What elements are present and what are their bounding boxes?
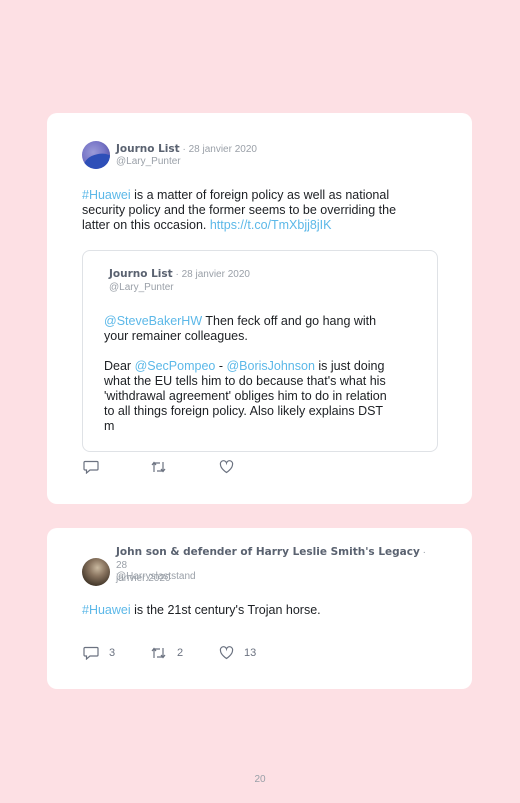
reply-button[interactable]: 3 xyxy=(83,646,115,660)
quoted-text-segment: is just doing xyxy=(314,359,385,373)
tweet-text: #Huawei is a matter of foreign policy as… xyxy=(82,188,396,233)
quoted-author-name[interactable]: Journo List xyxy=(109,268,173,280)
quoted-text-segment: Dear xyxy=(104,359,135,373)
mention-link[interactable]: @SecPompeo xyxy=(135,359,216,373)
tweet-text-segment: is a matter of foreign policy as well as… xyxy=(130,188,390,202)
mention-link[interactable]: @SteveBakerHW xyxy=(104,314,202,328)
tweet-text: #Huawei is the 21st century's Trojan hor… xyxy=(82,603,321,618)
tweet-card[interactable]: Journo List · 28 janvier 2020 @Lary_Punt… xyxy=(47,113,472,504)
reply-icon xyxy=(83,646,99,660)
retweet-icon xyxy=(150,460,167,474)
like-button[interactable] xyxy=(219,460,234,474)
author-handle[interactable]: @Harryslaststand xyxy=(116,571,196,582)
quoted-tweet[interactable]: Journo List · 28 janvier 2020 @Lary_Punt… xyxy=(82,250,438,452)
mention-link[interactable]: @BorisJohnson xyxy=(226,359,314,373)
retweet-count: 2 xyxy=(177,647,184,659)
hashtag-link[interactable]: #Huawei xyxy=(82,603,131,617)
quoted-handle[interactable]: @Lary_Punter xyxy=(109,282,174,293)
hashtag-link[interactable]: #Huawei xyxy=(82,188,131,202)
like-count: 13 xyxy=(244,647,257,659)
heart-icon xyxy=(219,460,234,474)
quoted-text-segment: m xyxy=(104,419,115,433)
tweet-text-segment: latter on this occasion. xyxy=(82,218,210,232)
quoted-author-line: Journo List · 28 janvier 2020 xyxy=(109,268,250,281)
heart-icon xyxy=(219,646,234,660)
retweet-button[interactable]: 2 xyxy=(150,646,183,660)
avatar[interactable] xyxy=(82,558,110,586)
tweet-card[interactable]: John son & defender of Harry Leslie Smit… xyxy=(47,528,472,689)
reply-button[interactable] xyxy=(83,460,99,474)
retweet-button[interactable] xyxy=(150,460,167,474)
quoted-date: · 28 janvier 2020 xyxy=(172,269,250,280)
tweet-text-segment: is the 21st century's Trojan horse. xyxy=(130,603,321,617)
retweet-icon xyxy=(150,646,167,660)
author-handle[interactable]: @Lary_Punter xyxy=(116,156,181,167)
page-number: 20 xyxy=(254,774,266,785)
quoted-text-segment: what the EU tells him to do because that… xyxy=(104,374,386,388)
reply-count: 3 xyxy=(109,647,116,659)
quoted-text: @SteveBakerHW Then feck off and go hang … xyxy=(104,314,387,434)
quoted-text-segment: Then feck off and go hang with xyxy=(202,314,377,328)
author-name[interactable]: John son & defender of Harry Leslie Smit… xyxy=(116,546,420,558)
author-line: Journo List · 28 janvier 2020 xyxy=(116,143,257,156)
tweet-date: · 28 janvier 2020 xyxy=(179,144,257,155)
author-name[interactable]: Journo List xyxy=(116,143,180,155)
quoted-text-segment: - xyxy=(215,359,227,373)
url-link[interactable]: https://t.co/TmXbjj8jIK xyxy=(210,218,332,232)
avatar[interactable] xyxy=(82,141,110,169)
like-button[interactable]: 13 xyxy=(219,646,256,660)
quoted-text-segment: 'withdrawal agreement' obliges him to do… xyxy=(104,389,387,403)
tweet-text-segment: security policy and the former seems to … xyxy=(82,203,397,217)
quoted-text-segment: your remainer colleagues. xyxy=(104,329,248,343)
quoted-text-segment: to all things foreign policy. Also likel… xyxy=(104,404,384,418)
reply-icon xyxy=(83,460,99,474)
